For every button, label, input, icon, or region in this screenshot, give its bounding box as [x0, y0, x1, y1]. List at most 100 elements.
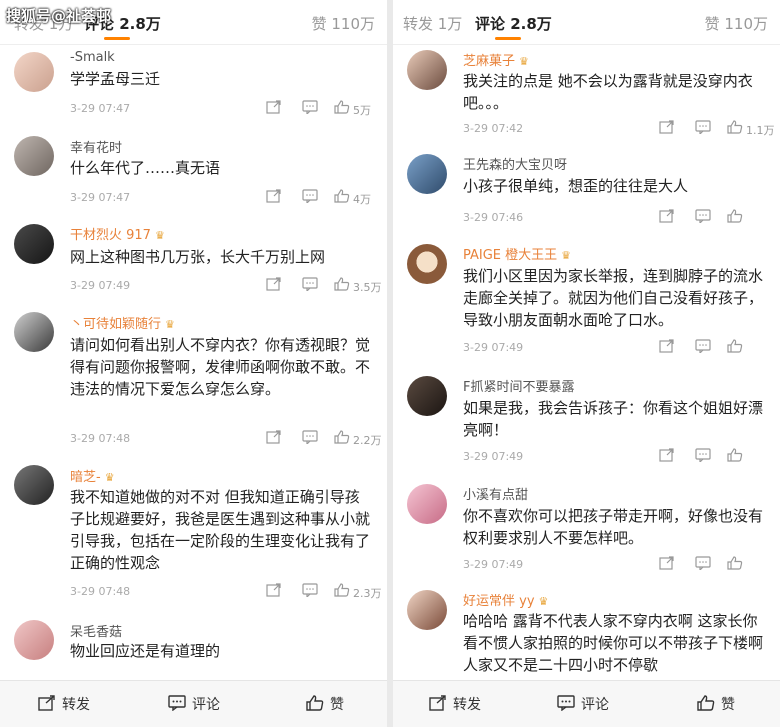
share-icon[interactable] [266, 189, 282, 203]
comment-item: 幸有花时 什么年代了……真无语 3-29 07:47 4万 [0, 126, 387, 212]
thumb-up-icon[interactable] [727, 120, 743, 134]
comment-button[interactable]: 评论 [581, 694, 609, 714]
bottom-action-bar: 转发 评论 赞 [0, 680, 387, 727]
bottom-action-bar: 转发 评论 赞 [393, 680, 780, 727]
tab-likes[interactable]: 赞 110万 [312, 13, 375, 34]
comment-author[interactable]: 芝麻菓子 ♛ [463, 50, 529, 69]
reply-icon[interactable] [695, 120, 711, 134]
avatar[interactable] [14, 465, 54, 505]
comment-button[interactable]: 评论 [192, 694, 220, 714]
like-count: 3.5万 [353, 281, 382, 294]
thumb-up-icon[interactable] [727, 556, 743, 570]
reply-icon[interactable] [695, 339, 711, 353]
thumb-up-icon[interactable] [334, 100, 350, 114]
reply-icon[interactable] [695, 556, 711, 570]
comment-author[interactable]: 王先森的大宝贝呀 [463, 154, 567, 173]
share-icon[interactable] [266, 430, 282, 444]
comment-author[interactable]: 小溪有点甜 [463, 484, 528, 503]
comment-time: 3-29 07:42 [463, 122, 524, 135]
comment-icon[interactable] [557, 695, 575, 711]
comment-time: 3-29 07:48 [70, 432, 131, 445]
tab-likes[interactable]: 赞 110万 [705, 13, 768, 34]
thumb-up-icon[interactable] [727, 448, 743, 462]
comment-author[interactable]: 幸有花时 [70, 137, 122, 156]
comment-author[interactable]: F抓紧时间不要暴露 [463, 376, 574, 395]
thumb-up-icon[interactable] [334, 583, 350, 597]
thumb-up-icon[interactable] [727, 339, 743, 353]
thumb-up-icon[interactable] [306, 695, 324, 711]
share-icon[interactable] [659, 339, 675, 353]
avatar[interactable] [407, 50, 447, 90]
share-icon[interactable] [659, 448, 675, 462]
avatar[interactable] [407, 154, 447, 194]
crown-icon: ♛ [104, 471, 115, 484]
avatar[interactable] [407, 590, 447, 630]
screenshot: 搜狐号@祉荟邨 转发 1万 评论 2.8万 赞 110万 -Smalk 学学孟母… [0, 0, 780, 727]
thumb-up-icon[interactable] [727, 209, 743, 223]
thumb-up-icon[interactable] [334, 189, 350, 203]
avatar[interactable] [14, 224, 54, 264]
comment-author[interactable]: 暗芝- ♛ [70, 466, 115, 485]
reply-icon[interactable] [302, 189, 318, 203]
comment-item: 呆毛香菇 物业回应还是有道理的 [0, 610, 387, 685]
like-button[interactable]: 赞 [721, 694, 735, 714]
reply-icon[interactable] [695, 448, 711, 462]
comment-author[interactable]: 呆毛香菇 [70, 621, 122, 640]
tab-repost[interactable]: 转发 1万 [403, 13, 462, 34]
like-button[interactable]: 赞 [330, 694, 344, 714]
comment-item: 小溪有点甜 你不喜欢你可以把孩子带走开啊，好像也没有权利要求别人不要怎样吧。 3… [393, 472, 780, 580]
comment-item: 好运常伴 yy ♛ 哈哈哈 露背不代表人家不穿内衣啊 这家长你看不惯人家拍照的时候… [393, 584, 780, 684]
reply-icon[interactable] [695, 209, 711, 223]
thumb-up-icon[interactable] [697, 695, 715, 711]
comment-author[interactable]: -Smalk [70, 50, 115, 65]
comment-author[interactable]: 干材烈火 917 ♛ [70, 224, 165, 243]
crown-icon: ♛ [165, 318, 175, 331]
tab-comment[interactable]: 评论 2.8万 [475, 13, 552, 34]
share-icon[interactable] [659, 209, 675, 223]
avatar[interactable] [407, 484, 447, 524]
tab-bar: 转发 1万 评论 2.8万 赞 110万 [393, 0, 780, 45]
repost-icon[interactable] [38, 695, 56, 711]
comment-text: 哈哈哈 露背不代表人家不穿内衣啊 这家长你看不惯人家拍照的时候你可以不带孩子下楼… [463, 612, 764, 674]
repost-icon[interactable] [429, 695, 447, 711]
reply-icon[interactable] [302, 277, 318, 291]
comment-author[interactable]: 好运常伴 yy ♛ [463, 590, 548, 609]
comment-time: 3-29 07:46 [463, 211, 524, 224]
comment-text: 我们小区里因为家长举报，连到脚脖子的流水走廊全关掉了。就因为他们自己没看好孩子，… [463, 267, 764, 329]
avatar[interactable] [14, 136, 54, 176]
avatar[interactable] [14, 620, 54, 660]
comment-item: 芝麻菓子 ♛ 我关注的点是 她不会以为露背就是没穿内衣吧。。。 3-29 07:4… [393, 44, 780, 144]
comment-time: 3-29 07:47 [70, 102, 131, 115]
thumb-up-icon[interactable] [334, 430, 350, 444]
avatar[interactable] [407, 244, 447, 284]
comment-author[interactable]: PAIGE 橙大王王 ♛ [463, 244, 571, 263]
comment-item: -Smalk 学学孟母三迁 3-29 07:47 5万 [0, 44, 387, 126]
share-icon[interactable] [659, 556, 675, 570]
crown-icon: ♛ [561, 249, 572, 262]
share-icon[interactable] [266, 277, 282, 291]
avatar[interactable] [14, 312, 54, 352]
reply-icon[interactable] [302, 100, 318, 114]
share-icon[interactable] [266, 100, 282, 114]
right-panel: 转发 1万 评论 2.8万 赞 110万 芝麻菓子 ♛ 我关注的点是 她不会以为露… [393, 0, 780, 727]
like-count: 2.3万 [353, 587, 382, 600]
comment-time: 3-29 07:47 [70, 191, 131, 204]
share-icon[interactable] [266, 583, 282, 597]
repost-button[interactable]: 转发 [453, 694, 481, 714]
comment-icon[interactable] [168, 695, 186, 711]
comment-item: 暗芝- ♛ 我不知道她做的对不对 但我知道正确引导孩子比规避要好，我爸是医生遇到这… [0, 455, 387, 605]
like-count: 2.2万 [353, 434, 382, 447]
comment-author[interactable]: 丶可待如颖随行 ♛ [70, 313, 175, 332]
like-count: 5万 [353, 104, 371, 117]
avatar[interactable] [14, 52, 54, 92]
reply-icon[interactable] [302, 583, 318, 597]
avatar[interactable] [407, 376, 447, 416]
comment-item: PAIGE 橙大王王 ♛ 我们小区里因为家长举报，连到脚脖子的流水走廊全关掉了。就… [393, 232, 780, 364]
reply-icon[interactable] [302, 430, 318, 444]
like-count: 4万 [353, 193, 371, 206]
thumb-up-icon[interactable] [334, 277, 350, 291]
comment-text: 网上这种图书几万张，长大千万别上网 [70, 248, 326, 266]
repost-button[interactable]: 转发 [62, 694, 90, 714]
share-icon[interactable] [659, 120, 675, 134]
comment-time: 3-29 07:49 [463, 450, 524, 463]
